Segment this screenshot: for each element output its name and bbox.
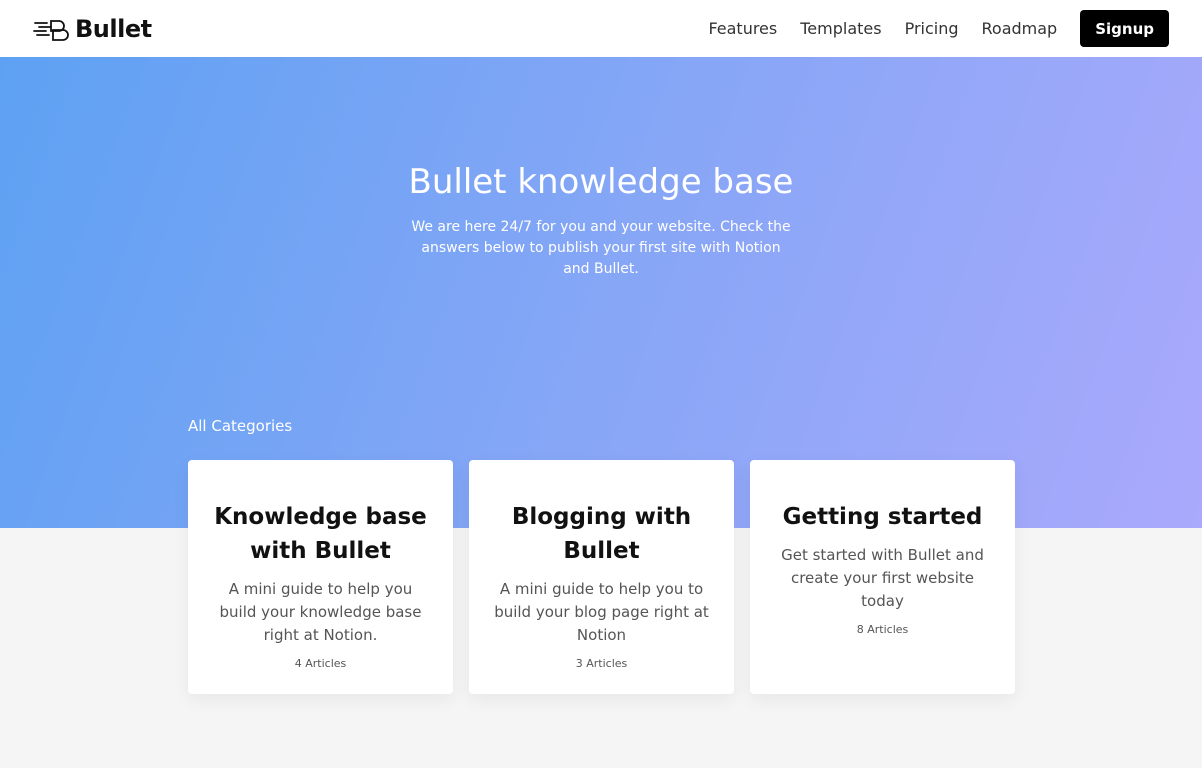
card-article-count: 3 Articles	[575, 657, 628, 670]
category-card-blogging[interactable]: Blogging with Bullet A mini guide to hel…	[469, 460, 734, 694]
nav-pricing[interactable]: Pricing	[905, 19, 959, 38]
all-categories-link[interactable]: All Categories	[188, 417, 292, 435]
card-article-count: 8 Articles	[856, 623, 909, 636]
card-title: Getting started	[782, 504, 983, 530]
top-navbar: Bullet Features Templates Pricing Roadma…	[0, 0, 1202, 57]
card-title: Blogging with Bullet	[511, 504, 692, 564]
hero-section: Bullet knowledge base We are here 24/7 f…	[0, 57, 1202, 528]
nav-links: Features Templates Pricing Roadmap Signu…	[708, 10, 1169, 47]
signup-button[interactable]: Signup	[1080, 10, 1169, 47]
card-description: A mini guide to help you build your know…	[219, 580, 422, 644]
nav-features[interactable]: Features	[708, 19, 777, 38]
hero-subtitle: We are here 24/7 for you and your websit…	[411, 219, 791, 277]
brand-name: Bullet	[75, 14, 152, 43]
category-cards: Knowledge base with Bullet A mini guide …	[188, 460, 1015, 694]
category-card-knowledge-base[interactable]: Knowledge base with Bullet A mini guide …	[188, 460, 453, 694]
card-article-count: 4 Articles	[294, 657, 347, 670]
card-description: Get started with Bullet and create your …	[781, 546, 984, 610]
category-card-getting-started[interactable]: Getting started Get started with Bullet …	[750, 460, 1015, 694]
hero-title: Bullet knowledge base	[408, 162, 794, 202]
nav-roadmap[interactable]: Roadmap	[982, 19, 1058, 38]
card-description: A mini guide to help you to build your b…	[494, 580, 709, 644]
card-title: Knowledge base with Bullet	[214, 504, 427, 564]
bullet-logo-icon	[33, 19, 69, 41]
logo[interactable]: Bullet	[33, 15, 152, 43]
nav-templates[interactable]: Templates	[800, 19, 881, 38]
